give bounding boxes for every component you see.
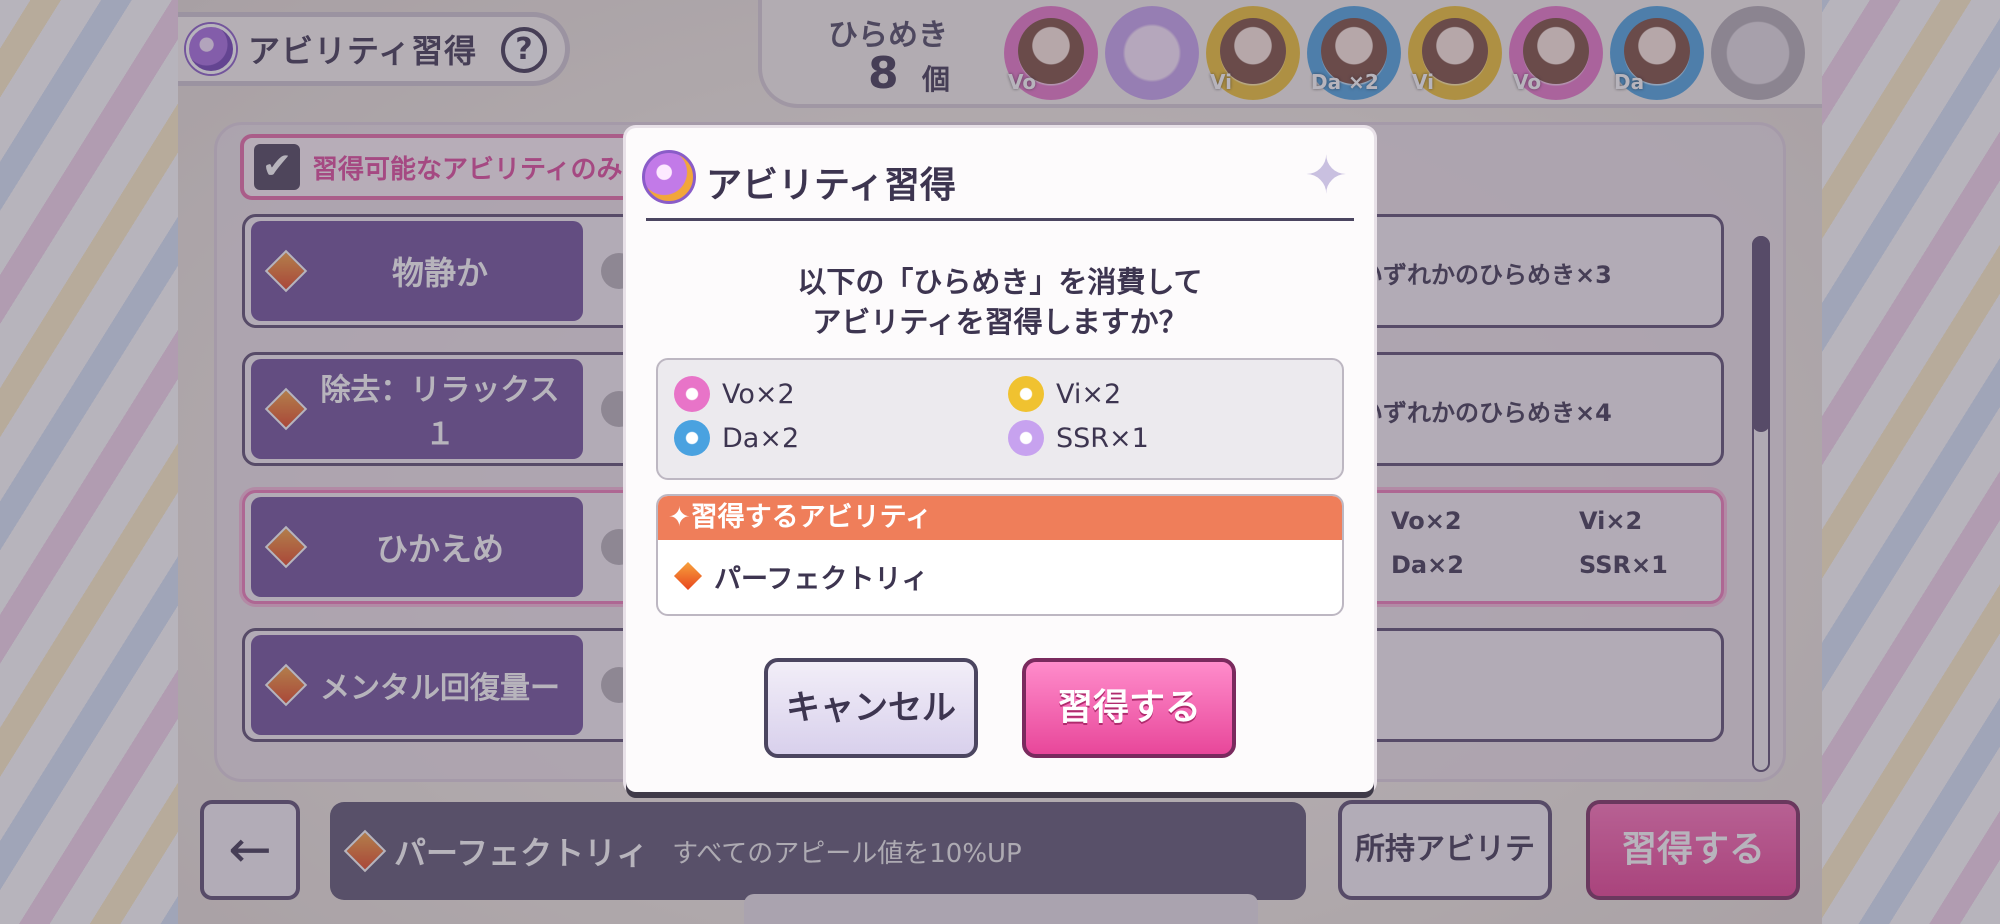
cost-list: Vo×2 Vi×2 Da×2 SSR×1 [656,358,1344,480]
confirm-learn-button[interactable]: 習得する [1022,658,1236,758]
learn-ability-name: パーフェクトリィ [714,563,929,595]
learn-confirm-dialog: アビリティ習得 ✦ 以下の「ひらめき」を消費して アビリティを習得しますか？ V… [626,128,1374,792]
question-line-2: アビリティを習得しますか？ [812,305,1188,339]
dialog-title: アビリティ習得 [706,165,956,206]
learn-ability-box: ✦習得するアビリティ パーフェクトリィ [656,494,1344,616]
cost-label: Vi×2 [1056,378,1122,410]
cost-label: SSR×1 [1056,422,1149,454]
da-flower-icon [674,420,710,456]
cost-label: Da×2 [722,422,800,454]
cancel-button[interactable]: キャンセル [764,658,978,758]
cost-item: Vi×2 [1008,376,1121,412]
ability-emblem-icon [642,150,696,204]
vi-flower-icon [1008,376,1044,412]
cost-item: Da×2 [674,420,799,456]
ssr-flower-icon [1008,420,1044,456]
learn-ability-item: パーフェクトリィ [658,540,1342,612]
cost-item: Vo×2 [674,376,795,412]
cost-item: SSR×1 [1008,420,1149,456]
dialog-question: 以下の「ひらめき」を消費して アビリティを習得しますか？ [626,262,1374,342]
vo-flower-icon [674,376,710,412]
question-line-1: 以下の「ひらめき」を消費して [797,265,1203,299]
sparkle-icon: ✦ [1304,146,1348,206]
learn-ability-header: ✦習得するアビリティ [658,496,1342,540]
title-divider [646,218,1354,221]
cost-label: Vo×2 [722,378,795,410]
ability-diamond-icon [671,559,705,593]
